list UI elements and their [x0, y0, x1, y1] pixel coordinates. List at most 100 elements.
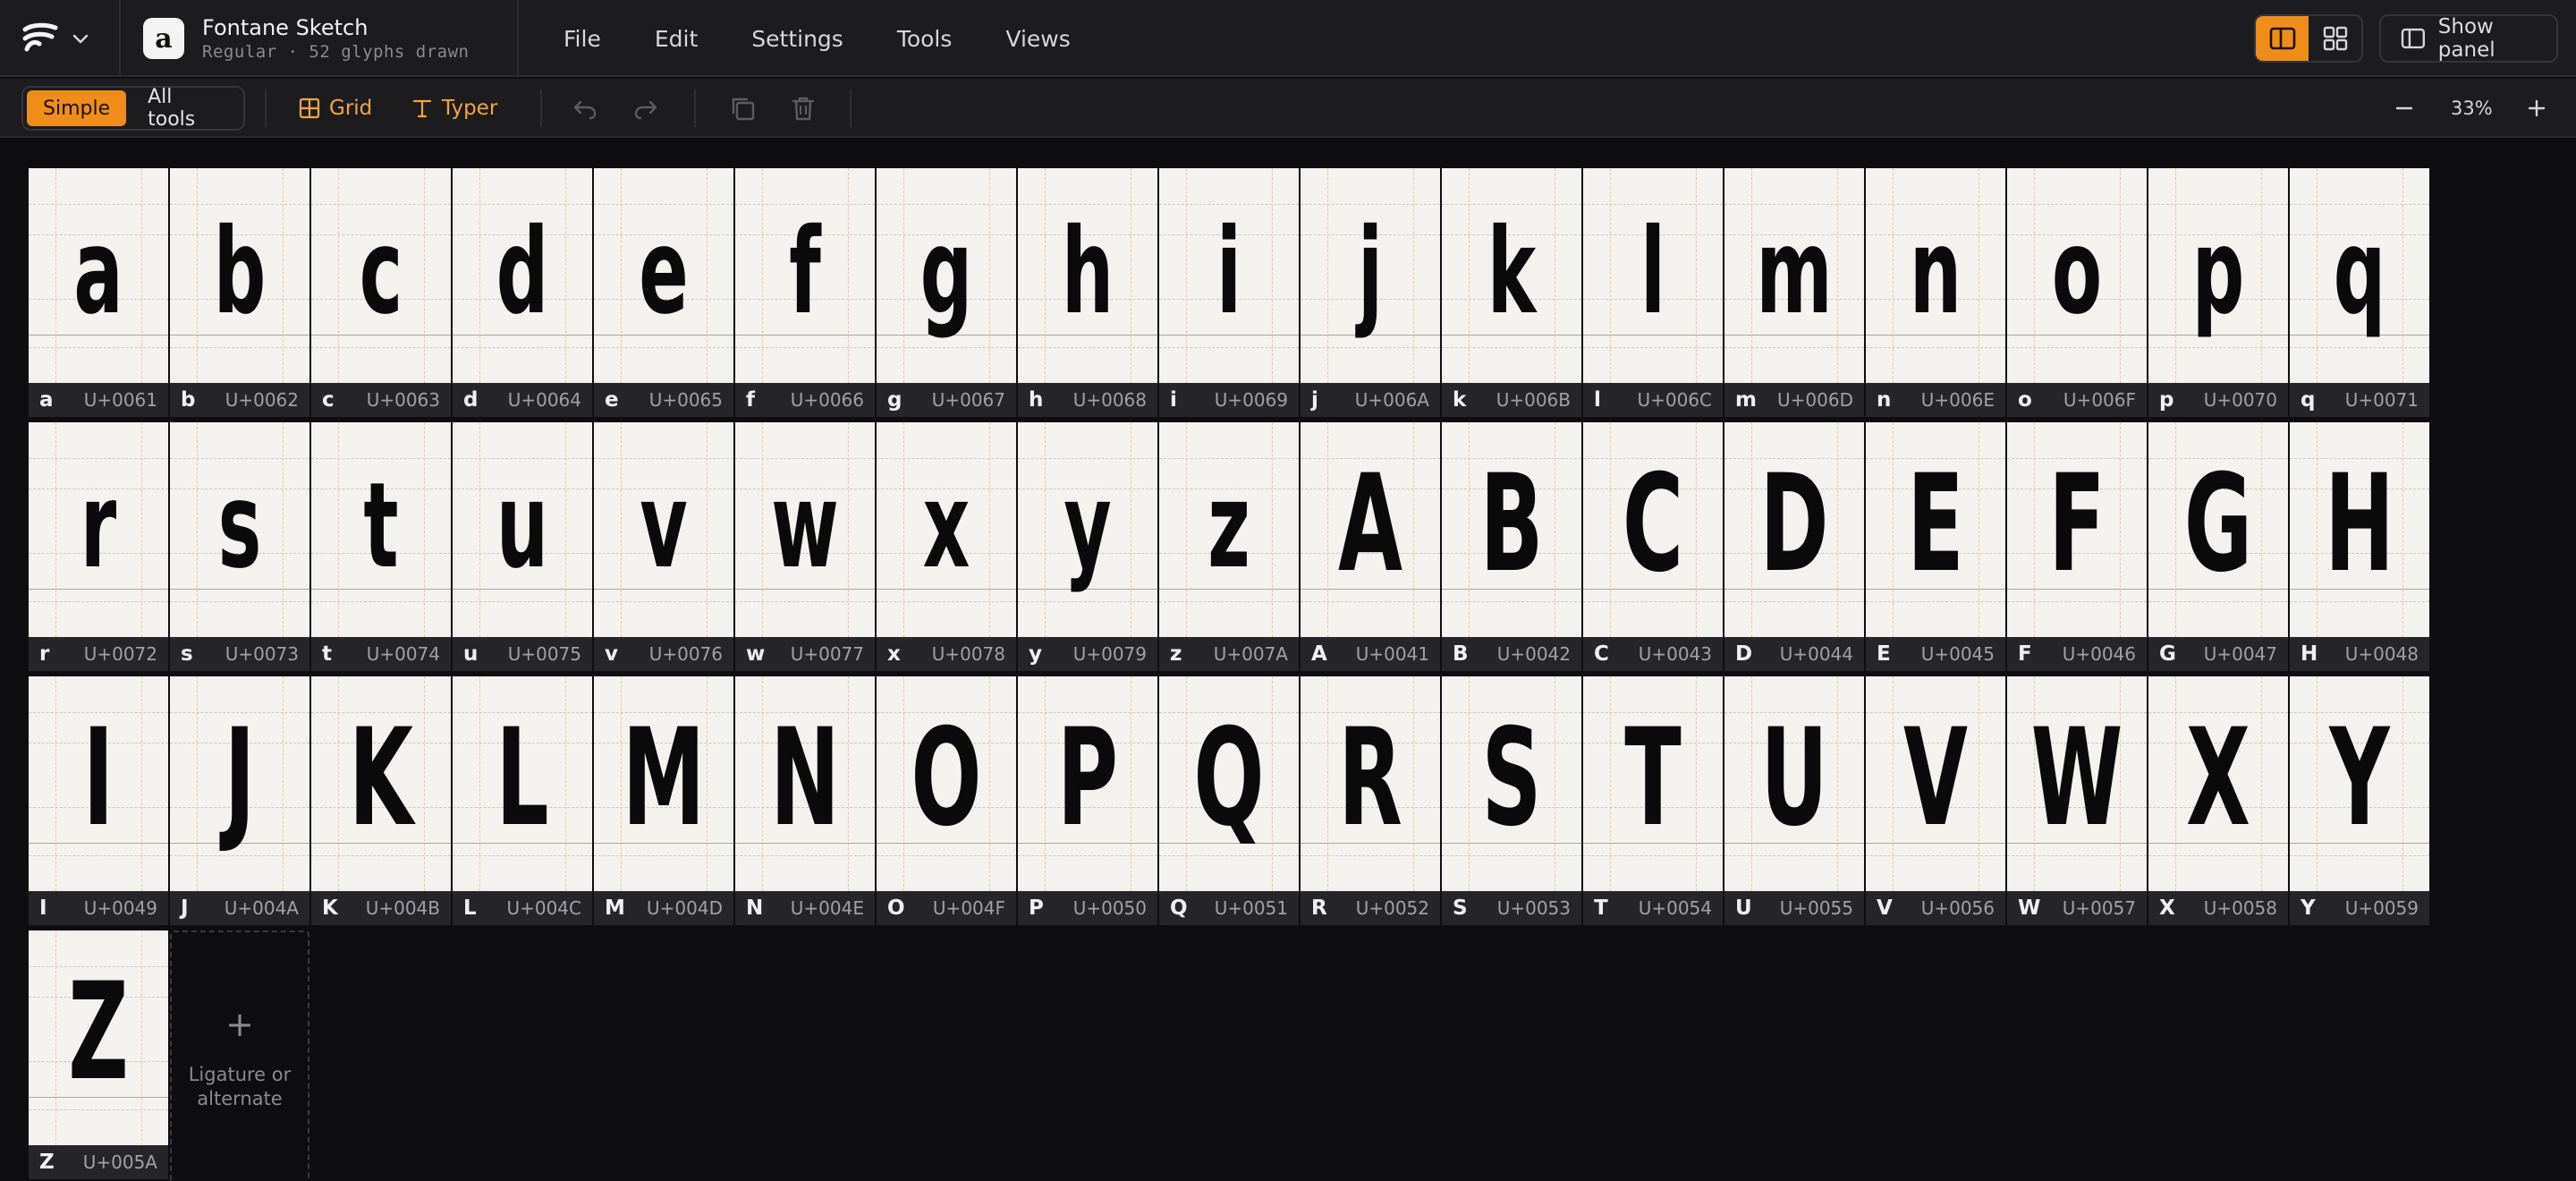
glyph-canvas[interactable]: D — [1724, 422, 1864, 637]
glyph-cell[interactable]: g g U+0067 — [877, 168, 1016, 417]
glyph-cell[interactable]: n n U+006E — [1866, 168, 2005, 417]
mode-simple-button[interactable]: Simple — [27, 90, 127, 126]
grid-view-button[interactable] — [2309, 16, 2361, 61]
redo-button[interactable] — [628, 90, 664, 126]
glyph-cell[interactable]: m m U+006D — [1724, 168, 1864, 417]
menu-settings[interactable]: Settings — [724, 26, 870, 52]
glyph-cell[interactable]: f f U+0066 — [735, 168, 875, 417]
glyph-cell[interactable]: o o U+006F — [2007, 168, 2147, 417]
glyph-canvas[interactable]: w — [735, 422, 875, 637]
glyph-canvas[interactable]: q — [2290, 168, 2429, 383]
glyph-canvas[interactable]: I — [29, 676, 168, 891]
glyph-cell[interactable]: V V U+0056 — [1866, 676, 2005, 925]
glyph-canvas[interactable]: g — [877, 168, 1016, 383]
glyph-canvas[interactable]: b — [170, 168, 309, 383]
glyph-cell[interactable]: K K U+004B — [311, 676, 451, 925]
glyph-canvas[interactable]: L — [453, 676, 592, 891]
glyph-cell[interactable]: U U U+0055 — [1724, 676, 1864, 925]
menu-tools[interactable]: Tools — [870, 26, 979, 52]
glyph-canvas[interactable]: d — [453, 168, 592, 383]
app-logo-menu[interactable] — [20, 18, 98, 59]
glyph-canvas[interactable]: y — [1018, 422, 1157, 637]
glyph-canvas[interactable]: J — [170, 676, 309, 891]
glyph-canvas[interactable]: G — [2148, 422, 2288, 637]
glyph-cell[interactable]: w w U+0077 — [735, 422, 875, 671]
glyph-canvas[interactable]: o — [2007, 168, 2147, 383]
glyph-canvas[interactable]: p — [2148, 168, 2288, 383]
duplicate-button[interactable] — [724, 90, 760, 126]
glyph-canvas[interactable]: X — [2148, 676, 2288, 891]
glyph-canvas[interactable]: m — [1724, 168, 1864, 383]
glyph-canvas[interactable]: k — [1442, 168, 1581, 383]
glyph-cell[interactable]: D D U+0044 — [1724, 422, 1864, 671]
glyph-cell[interactable]: h h U+0068 — [1018, 168, 1157, 417]
glyph-canvas[interactable]: M — [594, 676, 733, 891]
add-glyph-cell[interactable]: + Ligature or alternate — [170, 930, 309, 1181]
glyph-canvas[interactable]: v — [594, 422, 733, 637]
glyph-cell[interactable]: N N U+004E — [735, 676, 875, 925]
glyph-cell[interactable]: Y Y U+0059 — [2290, 676, 2429, 925]
glyph-cell[interactable]: C C U+0043 — [1583, 422, 1723, 671]
glyph-canvas[interactable]: C — [1583, 422, 1723, 637]
glyph-cell[interactable]: y y U+0079 — [1018, 422, 1157, 671]
glyph-canvas[interactable]: h — [1018, 168, 1157, 383]
glyph-canvas[interactable]: c — [311, 168, 451, 383]
glyph-canvas[interactable]: T — [1583, 676, 1723, 891]
glyph-canvas[interactable]: B — [1442, 422, 1581, 637]
zoom-out-button[interactable] — [2386, 90, 2422, 126]
glyph-canvas[interactable]: n — [1866, 168, 2005, 383]
glyph-canvas[interactable]: P — [1018, 676, 1157, 891]
glyph-canvas[interactable]: a — [29, 168, 168, 383]
zoom-in-button[interactable] — [2519, 90, 2555, 126]
glyph-cell[interactable]: R R U+0052 — [1301, 676, 1440, 925]
glyph-cell[interactable]: k k U+006B — [1442, 168, 1581, 417]
glyph-cell[interactable]: r r U+0072 — [29, 422, 168, 671]
glyph-cell[interactable]: P P U+0050 — [1018, 676, 1157, 925]
glyph-cell[interactable]: v v U+0076 — [594, 422, 733, 671]
glyph-cell[interactable]: x x U+0078 — [877, 422, 1016, 671]
glyph-cell[interactable]: t t U+0074 — [311, 422, 451, 671]
menu-edit[interactable]: Edit — [628, 26, 724, 52]
glyph-canvas[interactable]: R — [1301, 676, 1440, 891]
glyph-cell[interactable]: l l U+006C — [1583, 168, 1723, 417]
glyph-canvas[interactable]: r — [29, 422, 168, 637]
grid-toggle-button[interactable]: Grid — [299, 86, 372, 131]
glyph-cell[interactable]: s s U+0073 — [170, 422, 309, 671]
glyph-canvas[interactable]: f — [735, 168, 875, 383]
glyph-canvas[interactable]: s — [170, 422, 309, 637]
glyph-cell[interactable]: j j U+006A — [1301, 168, 1440, 417]
glyph-cell[interactable]: q q U+0071 — [2290, 168, 2429, 417]
glyph-cell[interactable]: Z Z U+005A — [29, 930, 168, 1179]
glyph-cell[interactable]: a a U+0061 — [29, 168, 168, 417]
glyph-cell[interactable]: u u U+0075 — [453, 422, 592, 671]
glyph-canvas[interactable]: F — [2007, 422, 2147, 637]
glyph-cell[interactable]: Q Q U+0051 — [1159, 676, 1299, 925]
glyph-canvas[interactable]: N — [735, 676, 875, 891]
glyph-canvas[interactable]: x — [877, 422, 1016, 637]
glyph-cell[interactable]: O O U+004F — [877, 676, 1016, 925]
glyph-canvas[interactable]: K — [311, 676, 451, 891]
glyph-cell[interactable]: I I U+0049 — [29, 676, 168, 925]
glyph-cell[interactable]: S S U+0053 — [1442, 676, 1581, 925]
show-panel-button[interactable]: Show panel — [2379, 14, 2558, 63]
glyph-cell[interactable]: G G U+0047 — [2148, 422, 2288, 671]
glyph-canvas[interactable]: Q — [1159, 676, 1299, 891]
glyph-cell[interactable]: X X U+0058 — [2148, 676, 2288, 925]
glyph-canvas[interactable]: t — [311, 422, 451, 637]
glyph-canvas[interactable]: e — [594, 168, 733, 383]
glyph-cell[interactable]: e e U+0065 — [594, 168, 733, 417]
glyph-canvas[interactable]: A — [1301, 422, 1440, 637]
undo-button[interactable] — [567, 90, 603, 126]
glyph-cell[interactable]: d d U+0064 — [453, 168, 592, 417]
glyph-canvas[interactable]: l — [1583, 168, 1723, 383]
glyph-canvas[interactable]: Z — [29, 930, 168, 1145]
glyph-cell[interactable]: i i U+0069 — [1159, 168, 1299, 417]
glyph-cell[interactable]: F F U+0046 — [2007, 422, 2147, 671]
typer-button[interactable]: Typer — [411, 86, 497, 131]
glyph-canvas[interactable]: U — [1724, 676, 1864, 891]
glyph-canvas[interactable]: u — [453, 422, 592, 637]
glyph-cell[interactable]: A A U+0041 — [1301, 422, 1440, 671]
menu-file[interactable]: File — [537, 26, 628, 52]
glyph-canvas[interactable]: V — [1866, 676, 2005, 891]
glyph-cell[interactable]: c c U+0063 — [311, 168, 451, 417]
